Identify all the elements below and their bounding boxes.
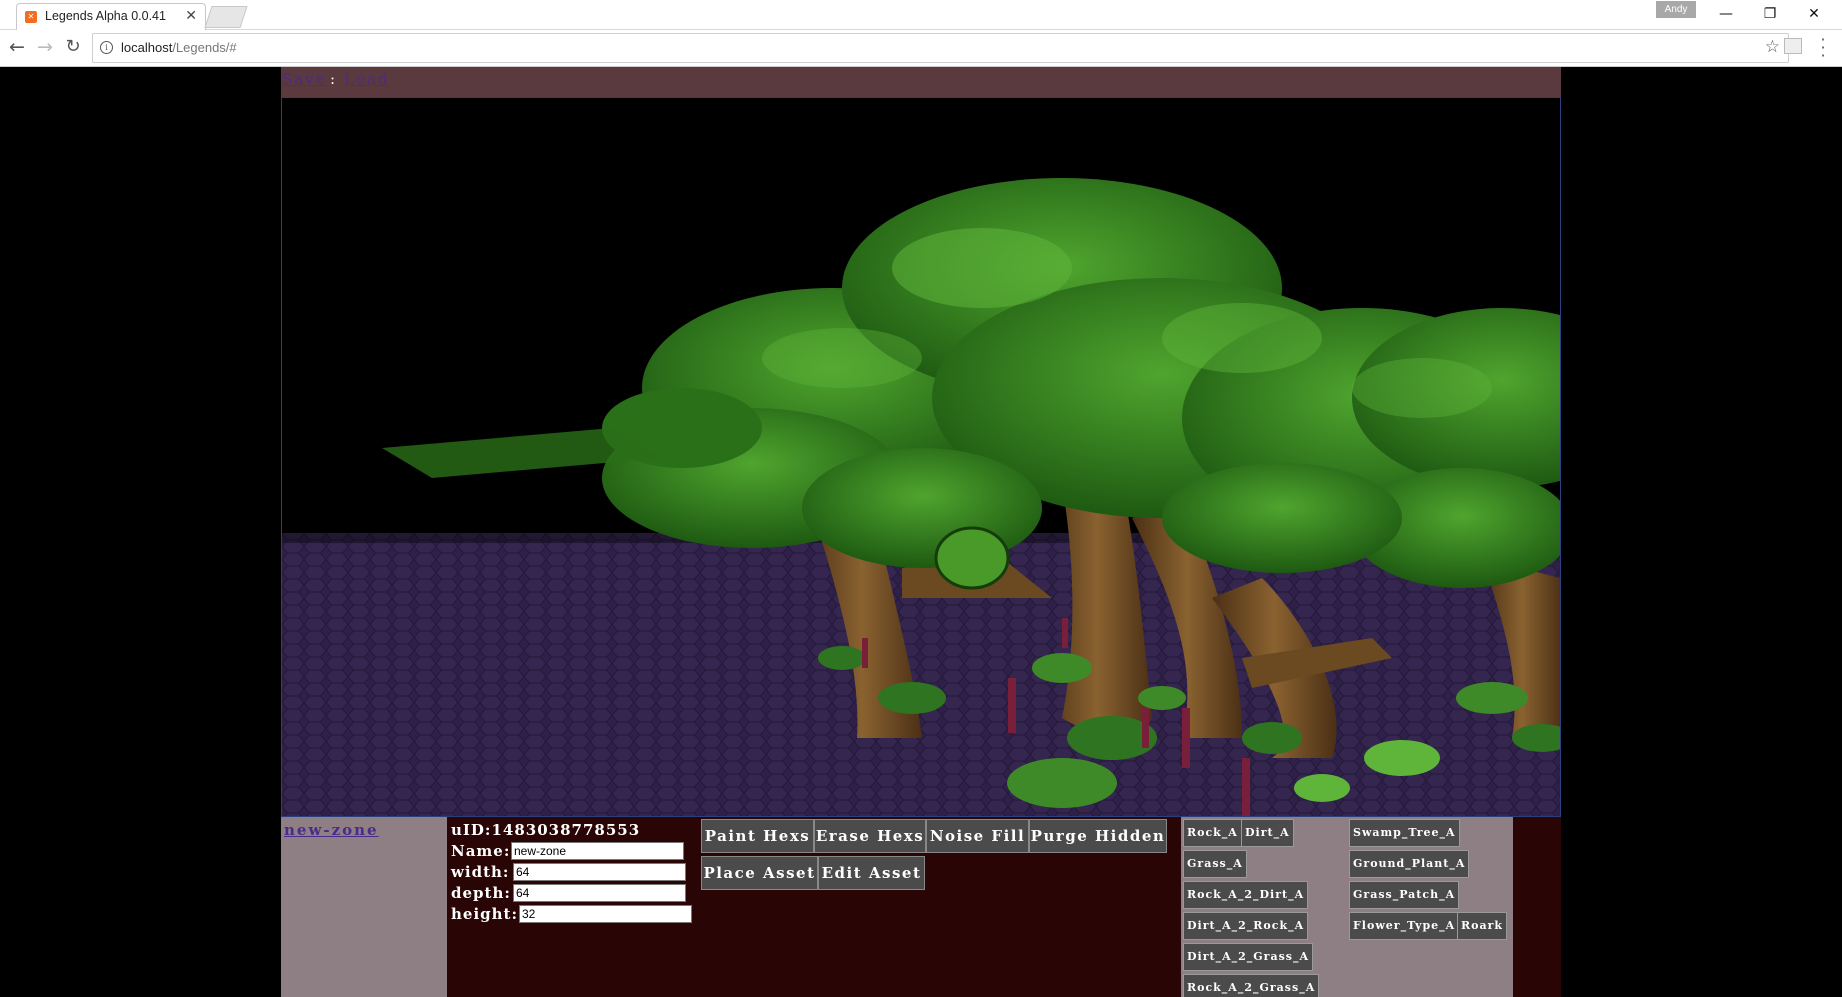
- minimize-button[interactable]: —: [1704, 2, 1748, 26]
- depth-field[interactable]: [513, 884, 686, 902]
- tile-dirt-a-2-grass-a[interactable]: Dirt_A_2_Grass_A: [1183, 943, 1314, 971]
- extension-icon[interactable]: [1784, 38, 1802, 54]
- info-icon[interactable]: i: [100, 41, 113, 54]
- height-label: height:: [451, 905, 519, 923]
- load-link[interactable]: Load: [344, 70, 390, 88]
- width-row: width:: [451, 863, 686, 881]
- 3d-viewport-canvas[interactable]: [281, 97, 1561, 817]
- depth-label: depth:: [451, 884, 511, 902]
- editor-panel: new-zone uID:1483038778553 Name: width: …: [281, 817, 1561, 997]
- uid-row: uID:1483038778553: [451, 821, 640, 839]
- tile-dirt-a[interactable]: Dirt_A: [1241, 819, 1294, 847]
- asset-grass-patch-a[interactable]: Grass_Patch_A: [1349, 881, 1460, 909]
- depth-row: depth:: [451, 884, 686, 902]
- width-field[interactable]: [513, 863, 686, 881]
- restore-button[interactable]: ❐: [1748, 2, 1792, 26]
- zone-list-panel: new-zone: [281, 817, 447, 997]
- edit-asset-button[interactable]: Edit Asset: [818, 856, 925, 890]
- save-link[interactable]: Save: [282, 70, 327, 88]
- asset-ground-plant-a[interactable]: Ground_Plant_A: [1349, 850, 1470, 878]
- tile-palette: Rock_A Dirt_A Grass_A Rock_A_2_Dirt_A Di…: [1181, 817, 1349, 997]
- top-nav-bar: Save : Load: [281, 67, 1561, 97]
- erase-hexs-button[interactable]: Erase Hexs: [814, 819, 926, 853]
- forward-arrow-icon[interactable]: →: [34, 36, 56, 58]
- url-text[interactable]: localhost/Legends/#: [121, 40, 237, 55]
- url-host: localhost: [121, 40, 173, 55]
- profile-button[interactable]: Andy: [1656, 1, 1696, 18]
- close-window-button[interactable]: ✕: [1792, 2, 1836, 26]
- tree-canopy: [1162, 463, 1402, 573]
- tile-dirt-a-2-rock-a[interactable]: Dirt_A_2_Rock_A: [1183, 912, 1309, 940]
- tile-rock-a-2-dirt-a[interactable]: Rock_A_2_Dirt_A: [1183, 881, 1309, 909]
- tile-rock-a-2-grass-a[interactable]: Rock_A_2_Grass_A: [1183, 974, 1320, 997]
- name-label: Name:: [451, 842, 511, 860]
- asset-swamp-tree-a[interactable]: Swamp_Tree_A: [1349, 819, 1460, 847]
- url-path: /Legends/#: [172, 40, 237, 55]
- menu-kebab-icon[interactable]: · · ·: [1818, 32, 1828, 64]
- new-tab-button[interactable]: [204, 6, 248, 28]
- height-field[interactable]: [519, 905, 692, 923]
- height-row: height:: [451, 905, 692, 923]
- width-label: width:: [451, 863, 510, 881]
- asset-palette: Swamp_Tree_A Ground_Plant_A Grass_Patch_…: [1349, 817, 1513, 997]
- purge-hidden-button[interactable]: Purge Hidden: [1029, 819, 1167, 853]
- uid-value: 1483038778553: [491, 821, 641, 839]
- browser-toolbar: ← → ↻ i localhost/Legends/# ☆: [0, 30, 1842, 67]
- name-row: Name:: [451, 842, 684, 860]
- place-asset-button[interactable]: Place Asset: [701, 856, 818, 890]
- uid-label: uID:: [451, 821, 492, 839]
- browser-tab[interactable]: ✕ Legends Alpha 0.0.41 ✕: [16, 3, 206, 30]
- tab-title: Legends Alpha 0.0.41: [45, 9, 166, 23]
- bookmark-star-icon[interactable]: ☆: [1765, 37, 1780, 57]
- reload-icon[interactable]: ↻: [62, 36, 84, 58]
- browser-tab-strip: ✕ Legends Alpha 0.0.41 ✕ Andy — ❐ ✕: [0, 0, 1842, 30]
- noise-fill-button[interactable]: Noise Fill: [926, 819, 1029, 853]
- zone-link[interactable]: new-zone: [284, 821, 379, 839]
- scene-render: [282, 178, 1560, 816]
- back-arrow-icon[interactable]: ←: [6, 36, 28, 58]
- favicon-icon: ✕: [25, 11, 37, 23]
- asset-flower-type-a[interactable]: Flower_Type_A: [1349, 912, 1460, 940]
- paint-hexs-button[interactable]: Paint Hexs: [701, 819, 814, 853]
- nav-separator: :: [330, 70, 336, 88]
- tile-rock-a[interactable]: Rock_A: [1183, 819, 1242, 847]
- tab-close-icon[interactable]: ✕: [185, 8, 197, 24]
- name-field[interactable]: [511, 842, 684, 860]
- address-bar[interactable]: i localhost/Legends/# ☆: [92, 33, 1789, 63]
- tile-grass-a[interactable]: Grass_A: [1183, 850, 1247, 878]
- asset-roark[interactable]: Roark: [1457, 912, 1508, 940]
